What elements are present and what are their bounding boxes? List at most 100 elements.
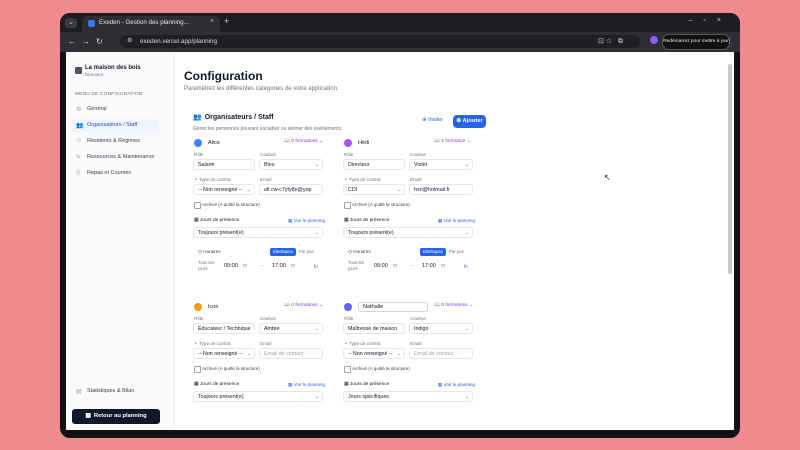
fn-button[interactable]: fn xyxy=(314,264,318,269)
browser-tab[interactable]: Exeden - Gestion des planning... × xyxy=(82,16,220,32)
url-bar[interactable]: ⚙ exeden.vercel.app/planning xyxy=(120,35,640,48)
identical-option[interactable]: Identiques xyxy=(270,248,296,256)
sidebar-item-staff[interactable]: 👥 Organisateurs / Staff xyxy=(71,119,159,132)
add-staff-button[interactable]: ⊕ Ajouter xyxy=(453,115,486,128)
formations-dropdown[interactable]: 📖 0 formations ⌄ xyxy=(284,303,323,308)
end-time-value: 17:00 xyxy=(272,263,286,269)
back-icon[interactable]: ← xyxy=(68,37,76,46)
sidebar-item-stats[interactable]: ▤ Statistiques & Bilan xyxy=(71,385,159,398)
page-scrollbar[interactable] xyxy=(728,64,732,274)
role-input[interactable]: Directeur xyxy=(343,159,405,170)
member-name[interactable]: Nathalie xyxy=(358,302,428,312)
section-label: MENU DE CONFIGURATION xyxy=(75,92,143,97)
email-input[interactable]: Email de contact xyxy=(259,348,323,359)
end-time-input[interactable]: 17:00 ◷ xyxy=(422,263,445,269)
contract-label-text: Type de contrat xyxy=(349,341,381,346)
color-select[interactable]: Indigo ⌄ xyxy=(409,323,473,334)
role-input[interactable]: Maîtresse de maison xyxy=(343,323,405,334)
time-separator: – xyxy=(411,263,414,269)
staff-card-title-text: Organisateurs / Staff xyxy=(204,114,274,121)
per-day-option[interactable]: Par jour xyxy=(446,248,467,256)
hours-label-text: Horaires xyxy=(353,249,371,254)
presence-select[interactable]: Toujours présent(e) ⌄ xyxy=(343,227,473,238)
hours-label: ◷ Horaires xyxy=(198,249,221,255)
view-planning-link[interactable]: ▦ Voir le planning xyxy=(288,218,325,224)
archive-checkbox[interactable] xyxy=(194,202,201,209)
archive-label: Archivé (A quitté la structure) xyxy=(352,366,410,371)
site-info-icon[interactable]: ⚙ xyxy=(127,37,132,44)
sidebar-item-residents[interactable]: ☺ Résidents & Régimes xyxy=(71,135,159,148)
fn-button[interactable]: fn xyxy=(464,264,468,269)
sidebar-item-resources[interactable]: ✎ Ressources & Maintenance xyxy=(71,151,159,164)
hours-label-text: Horaires xyxy=(203,249,221,254)
per-day-option[interactable]: Par jour xyxy=(296,248,317,256)
view-planning-link[interactable]: ▦ Voir le planning xyxy=(438,218,475,224)
color-dot[interactable] xyxy=(344,303,352,311)
view-planning-link[interactable]: ▦ Voir le planning xyxy=(288,382,325,388)
email-input[interactable]: alt.cw-c7yty8n@yop xyxy=(259,184,323,195)
contract-label-text: Type de contrat xyxy=(199,177,231,182)
profile-avatar[interactable] xyxy=(650,36,658,44)
email-input[interactable]: hxn@hotmail.fr xyxy=(409,184,473,195)
email-input[interactable]: Email de contact xyxy=(409,348,473,359)
contract-select[interactable]: -- Non renseigné -- ⌄ xyxy=(193,184,255,195)
sidebar-item-label: Repas et Courses xyxy=(87,170,132,176)
back-to-planning-button[interactable]: ▦ Retour au planning xyxy=(72,409,160,424)
end-time-input[interactable]: 17:00 ◷ xyxy=(272,263,295,269)
formations-dropdown[interactable]: 📖 0 formations ⌄ xyxy=(434,303,473,308)
role-input[interactable]: Salarié xyxy=(193,159,255,170)
clock-icon: ◷ xyxy=(392,263,398,269)
reload-icon[interactable]: ↻ xyxy=(96,37,103,46)
sidebar-item-meals[interactable]: ⚲ Repas et Courses xyxy=(71,167,159,180)
hours-mode-toggle[interactable]: Identiques Par jour xyxy=(420,248,467,256)
view-planning-link[interactable]: ▦ Voir le planning xyxy=(438,382,475,388)
contract-select[interactable]: CDI ⌄ xyxy=(343,184,405,195)
relaunch-button[interactable]: Redémarrez pour mettre à jour xyxy=(662,34,730,50)
archive-checkbox[interactable] xyxy=(194,366,201,373)
forward-icon[interactable]: → xyxy=(82,37,90,46)
staff-member-card: Nathalie 📖 0 formations ⌄ Rôle Couleur M… xyxy=(338,299,482,419)
color-select[interactable]: Violet ⌄ xyxy=(409,159,473,170)
new-tab-icon[interactable]: + xyxy=(224,16,229,26)
color-dot[interactable] xyxy=(194,139,202,147)
clock-icon: ◷ xyxy=(290,263,296,269)
start-time-input[interactable]: 09:00 ◷ xyxy=(224,263,247,269)
contract-label: ⚬ Type de contrat xyxy=(344,177,381,183)
chevron-down-icon: ⌄ xyxy=(396,187,401,193)
start-time-input[interactable]: 09:00 ◷ xyxy=(374,263,397,269)
invite-button[interactable]: ⊕ Inviter xyxy=(422,117,443,123)
member-name[interactable]: Alice xyxy=(208,140,220,146)
presence-select[interactable]: Toujours présent(e) ⌄ xyxy=(193,391,323,402)
color-select[interactable]: Bleu ⌄ xyxy=(259,159,323,170)
formations-dropdown[interactable]: 📖 1 formation ⌄ xyxy=(434,139,471,144)
sidebar-item-general[interactable]: ⚙ Général xyxy=(71,103,159,116)
brand-subtitle: Directeur xyxy=(85,72,104,77)
color-select[interactable]: Ambre ⌄ xyxy=(259,323,323,334)
color-dot[interactable] xyxy=(344,139,352,147)
contract-select[interactable]: -- Non renseigné -- ⌄ xyxy=(193,348,255,359)
role-label: Rôle xyxy=(194,316,204,321)
browser-menu-icon[interactable]: ⋮ xyxy=(726,37,733,45)
role-input[interactable]: Éducateur / Technique xyxy=(193,323,255,334)
formations-label: 0 formations xyxy=(291,303,318,308)
presence-select[interactable]: Toujours présent(e) ⌄ xyxy=(193,227,323,238)
window-controls[interactable]: –▫× xyxy=(689,17,732,24)
member-name[interactable]: Hédi xyxy=(358,140,369,146)
identical-option[interactable]: Identiques xyxy=(420,248,446,256)
app-page: La maison des bois Directeur MENU DE CON… xyxy=(66,52,734,430)
contract-select[interactable]: -- Non renseigné -- ⌄ xyxy=(343,348,405,359)
color-label: Couleur xyxy=(410,316,427,321)
formations-dropdown[interactable]: 📖 0 formations ⌄ xyxy=(284,139,323,144)
sidebar-item-label: Statistiques & Bilan xyxy=(87,388,135,394)
brand-title: La maison des bois xyxy=(85,65,141,71)
toolbar-icons[interactable]: ⊡ ☆ ⧉ xyxy=(598,37,623,46)
presence-select[interactable]: Jours spécifiques ⌄ xyxy=(343,391,473,402)
member-name[interactable]: Icon xyxy=(208,304,218,310)
tab-search-button[interactable]: ⌄ xyxy=(65,18,77,28)
hours-mode-toggle[interactable]: Identiques Par jour xyxy=(270,248,317,256)
presence-value: Toujours présent(e) xyxy=(198,394,244,400)
archive-checkbox[interactable] xyxy=(344,202,351,209)
color-dot[interactable] xyxy=(194,303,202,311)
close-tab-icon[interactable]: × xyxy=(210,18,214,25)
archive-checkbox[interactable] xyxy=(344,366,351,373)
